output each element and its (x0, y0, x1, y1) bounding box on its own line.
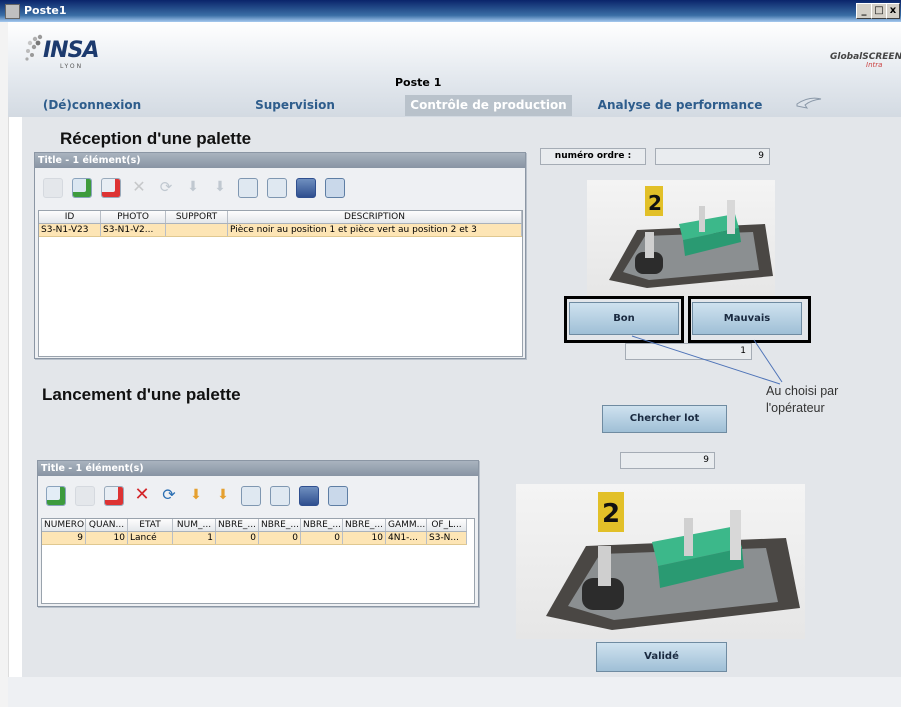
annotation-text: Au choisi par l'opérateur (766, 383, 886, 417)
col-header[interactable]: ID (39, 211, 101, 223)
insa-logo: INSA (43, 38, 99, 63)
reception-panel: Title - 1 élément(s) ✕ ⟳ ⬇ ⬇ ID PHOTO SU… (34, 152, 526, 359)
new-icon[interactable] (46, 486, 66, 506)
col-header[interactable]: ETAT (128, 519, 173, 531)
order-number-field[interactable]: 9 (655, 148, 770, 165)
lot-field[interactable]: 9 (620, 452, 715, 469)
col-header[interactable]: NBRE_... (259, 519, 301, 531)
refresh-icon[interactable]: ⟳ (160, 486, 178, 504)
reception-toolbar: ✕ ⟳ ⬇ ⬇ (43, 178, 345, 198)
table-cell (166, 224, 228, 236)
export-icon[interactable]: ⬇ (211, 178, 229, 196)
col-header[interactable]: PHOTO (101, 211, 166, 223)
col-header[interactable]: NBRE_... (301, 519, 343, 531)
table-row[interactable]: S3-N1-V23 S3-N1-V2... Pièce noir au posi… (39, 224, 522, 237)
reception-panel-title: Title - 1 élément(s) (35, 153, 525, 168)
search-lot-button[interactable]: Chercher lot (602, 405, 727, 433)
database-icon[interactable] (296, 178, 316, 198)
minimize-button[interactable]: _ (856, 3, 872, 19)
globalscreen-sub: Intra (866, 61, 883, 69)
tab-analyse-performance[interactable]: Analyse de performance (590, 95, 770, 116)
table-cell: S3-N1-V23 (39, 224, 101, 236)
search-icon[interactable] (241, 486, 261, 506)
table-cell: 0 (259, 532, 301, 544)
lancement-panel: Title - 1 élément(s) ✕ ⟳ ⬇ ⬇ NUMERO QUAN… (37, 460, 479, 607)
insa-logo-sub: LYON (60, 63, 84, 70)
filter-icon[interactable] (267, 178, 287, 198)
export-grid-icon[interactable] (325, 178, 345, 198)
table-cell: 10 (343, 532, 386, 544)
table-cell: Lancé (128, 532, 173, 544)
col-header[interactable]: NBRE_... (216, 519, 259, 531)
cancel-icon[interactable]: ✕ (133, 486, 151, 504)
reception-heading: Réception d'une palette (60, 129, 252, 148)
table-cell: S3-N... (427, 532, 467, 544)
table-cell: S3-N1-V2... (101, 224, 166, 236)
table-cell: 1 (173, 532, 216, 544)
import-icon[interactable]: ⬇ (184, 178, 202, 196)
tab-supervision[interactable]: Supervision (220, 95, 370, 116)
table-cell: 0 (301, 532, 343, 544)
status-strip (8, 677, 901, 707)
search-icon[interactable] (238, 178, 258, 198)
window-title: Poste1 (24, 4, 67, 17)
database-icon[interactable] (299, 486, 319, 506)
table-cell: Pièce noir au position 1 et pièce vert a… (228, 224, 522, 236)
back-arrow-icon[interactable] (795, 96, 823, 110)
col-header[interactable]: SUPPORT (166, 211, 228, 223)
validate-doc-icon[interactable] (72, 178, 92, 198)
lancement-table: NUMERO QUAN... ETAT NUM_... NBRE_... NBR… (41, 518, 475, 604)
order-number-label: numéro ordre : (540, 148, 646, 165)
page-title: Poste 1 (395, 76, 442, 89)
maximize-button[interactable]: □ (871, 3, 887, 19)
table-row[interactable]: 9 10 Lancé 1 0 0 0 10 4N1-... S3-N... (42, 532, 467, 545)
refresh-icon[interactable]: ⟳ (157, 178, 175, 196)
export-icon[interactable]: ⬇ (214, 486, 232, 504)
tab-controle-production[interactable]: Contrôle de production (405, 95, 572, 116)
col-header[interactable]: NBRE_... (343, 519, 386, 531)
tag-number: 2 (602, 499, 620, 529)
lancement-table-header: NUMERO QUAN... ETAT NUM_... NBRE_... NBR… (42, 519, 467, 532)
left-border (0, 22, 9, 707)
col-header[interactable]: DESCRIPTION (228, 211, 522, 223)
table-cell: 9 (42, 532, 86, 544)
table-cell: 10 (86, 532, 128, 544)
export-grid-icon[interactable] (328, 486, 348, 506)
lancement-toolbar: ✕ ⟳ ⬇ ⬇ (46, 486, 348, 506)
reception-table-header: ID PHOTO SUPPORT DESCRIPTION (39, 211, 522, 224)
tab-deconnexion[interactable]: (Dé)connexion (22, 95, 162, 116)
annotation-line-2: l'opérateur (766, 401, 825, 415)
col-header[interactable]: NUM_... (173, 519, 216, 531)
lancement-heading: Lancement d'une palette (42, 385, 241, 404)
delete-doc-icon[interactable] (101, 178, 121, 198)
import-icon[interactable]: ⬇ (187, 486, 205, 504)
delete-doc-icon[interactable] (104, 486, 124, 506)
new-icon[interactable] (43, 178, 63, 198)
table-cell: 4N1-... (386, 532, 427, 544)
window-titlebar: Poste1 _ □ x (0, 0, 901, 22)
pallet-photo-reception: 2 (587, 180, 775, 297)
col-header[interactable]: NUMERO (42, 519, 86, 531)
pallet-photo-lancement: 2 (516, 484, 805, 639)
close-button[interactable]: x (886, 3, 900, 19)
validate-button[interactable]: Validé (596, 642, 727, 672)
cancel-icon[interactable]: ✕ (130, 178, 148, 196)
validate-doc-icon[interactable] (75, 486, 95, 506)
table-cell: 0 (216, 532, 259, 544)
col-header[interactable]: QUAN... (86, 519, 128, 531)
col-header[interactable]: GAMM... (386, 519, 427, 531)
col-header[interactable]: OF_L... (427, 519, 467, 531)
app-icon (5, 4, 20, 19)
annotation-lines (631, 335, 783, 385)
annotation-line-1: Au choisi par (766, 384, 839, 398)
reception-table: ID PHOTO SUPPORT DESCRIPTION S3-N1-V23 S… (38, 210, 523, 357)
tag-number: 2 (648, 191, 662, 215)
lancement-panel-title: Title - 1 élément(s) (38, 461, 478, 476)
filter-icon[interactable] (270, 486, 290, 506)
